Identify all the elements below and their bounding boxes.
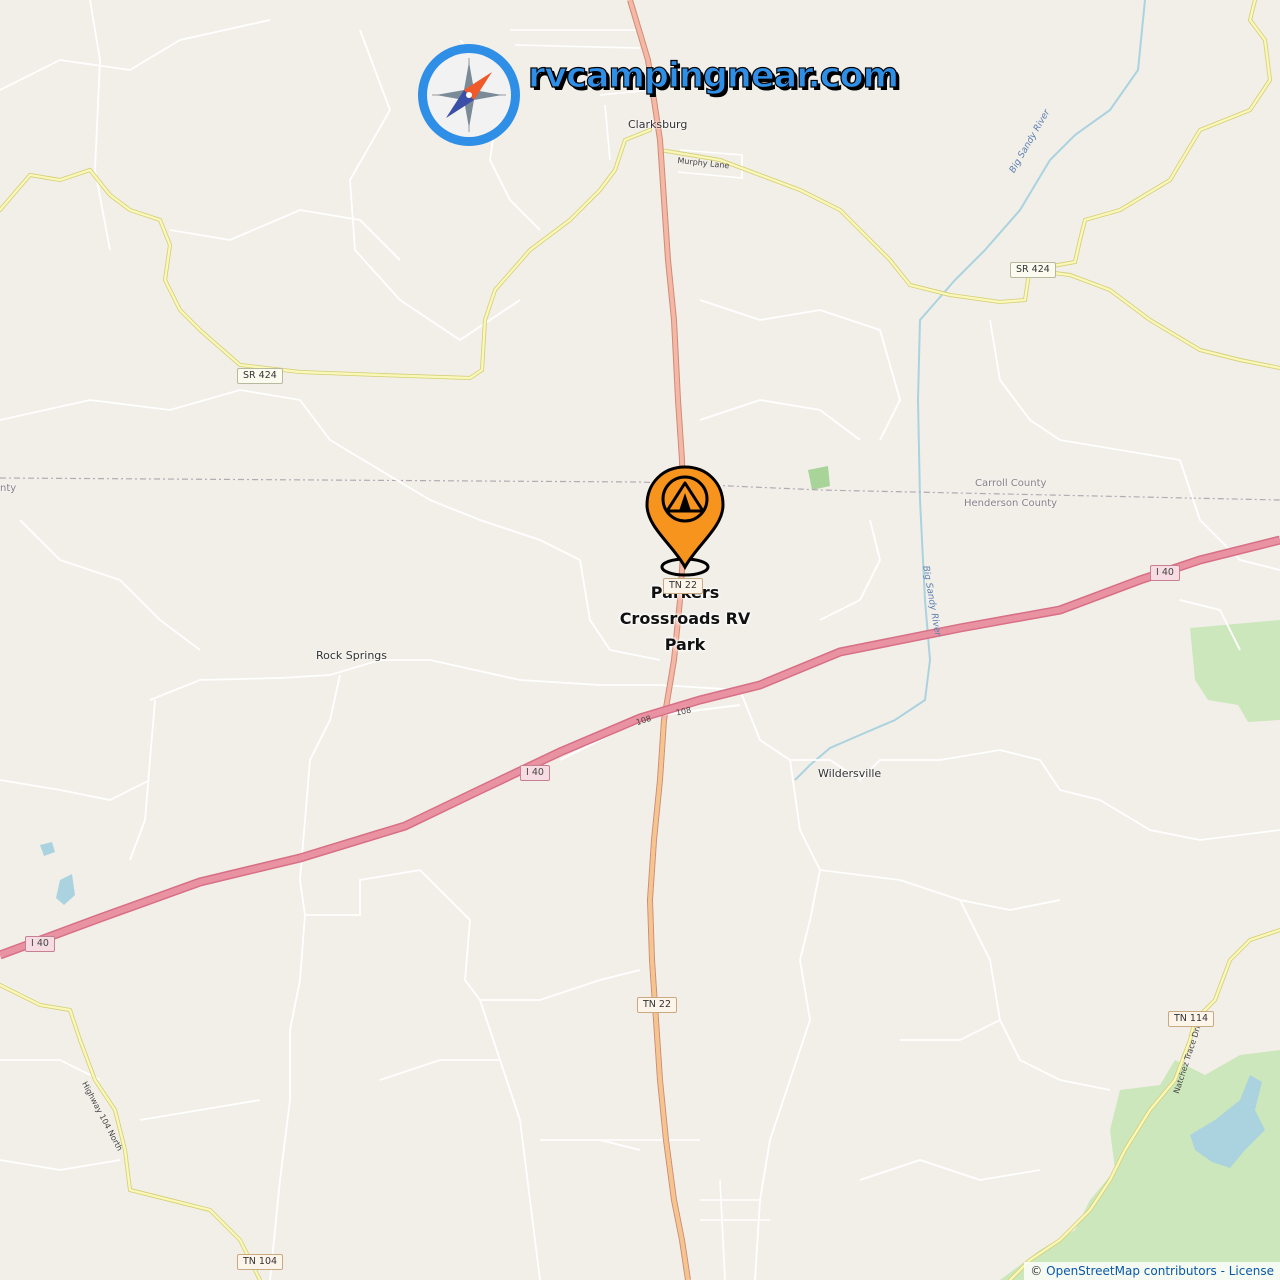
shield-i40-east: I 40: [1150, 565, 1180, 581]
place-label-rock-springs: Rock Springs: [316, 649, 388, 662]
place-label-wildersville: Wildersville: [818, 767, 882, 780]
forest-area-east: [1190, 620, 1280, 722]
site-logo-text[interactable]: rvcampingnear.com: [527, 55, 899, 96]
county-label-henderson: Henderson County: [964, 498, 1058, 509]
osm-contributors-link[interactable]: OpenStreetMap contributors: [1046, 1264, 1217, 1278]
clarksburg-streets: [510, 29, 743, 179]
attribution-separator: -: [1220, 1264, 1225, 1278]
shield-tn104: TN 104: [237, 1254, 284, 1270]
map-attribution: © OpenStreetMap contributors - License: [1024, 1262, 1280, 1280]
forest-patch: [808, 466, 830, 490]
shield-tn22: TN 22: [637, 997, 678, 1013]
forest-area-southeast: [1000, 1050, 1280, 1280]
campground-label-line-3: Park: [664, 635, 706, 654]
compass-icon[interactable]: [414, 40, 524, 150]
shield-i40-mid: I 40: [520, 765, 550, 781]
county-label-carroll: Carroll County: [975, 478, 1047, 489]
shield-i40-west: I 40: [25, 936, 55, 952]
pond-west: [56, 874, 75, 905]
map-canvas[interactable]: rvcampingnear.com Parkers Crossroads RV …: [0, 0, 1280, 1280]
big-sandy-river-north: [794, 0, 1146, 781]
county-label-west-fragment: nty: [0, 483, 17, 494]
campground-label-line-2: Crossroads RV: [619, 609, 751, 628]
pond-west-2: [40, 842, 55, 856]
license-link[interactable]: License: [1229, 1264, 1274, 1278]
county-line: [0, 477, 1280, 501]
campsite-pin-icon[interactable]: [645, 463, 725, 573]
copyright-symbol: ©: [1030, 1264, 1043, 1278]
shield-tn22-top: TN 22: [663, 578, 704, 594]
shield-tn114: TN 114: [1168, 1011, 1215, 1027]
shield-sr424-east: SR 424: [1010, 262, 1056, 278]
shield-sr424-west: SR 424: [237, 368, 283, 384]
place-label-clarksburg: Clarksburg: [628, 118, 688, 131]
